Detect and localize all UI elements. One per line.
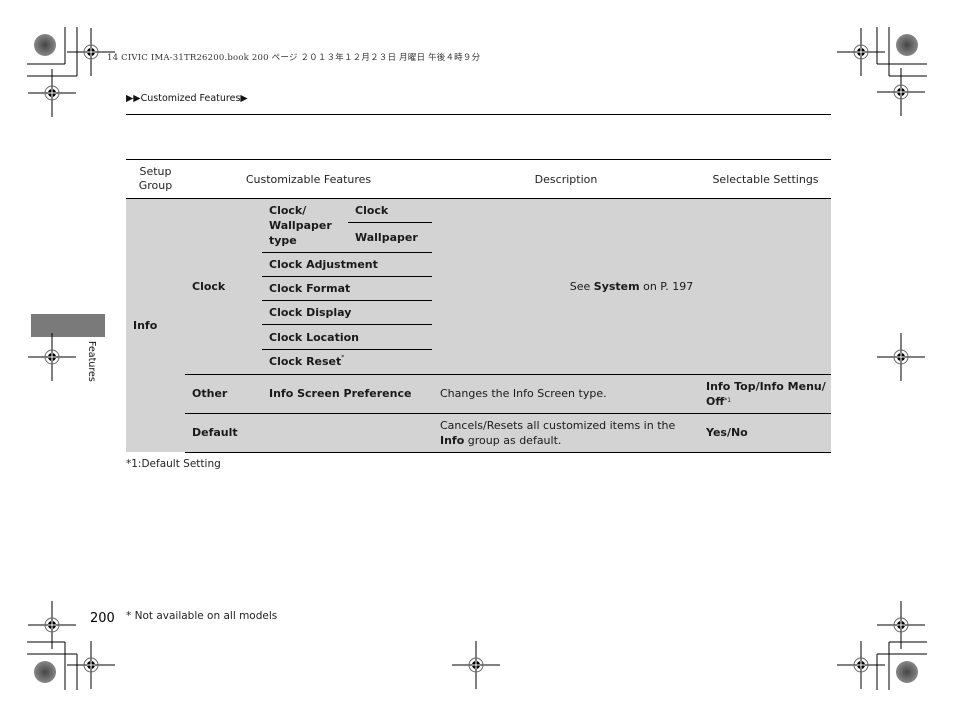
color-dot-top-right	[896, 34, 918, 56]
color-dot-bottom-right	[896, 661, 918, 683]
registration-mark	[27, 332, 77, 382]
color-dot-bottom-left	[34, 661, 56, 683]
printer-marks	[27, 27, 927, 690]
registration-mark	[836, 640, 886, 690]
registration-mark	[836, 27, 886, 77]
registration-mark	[66, 640, 116, 690]
registration-mark	[876, 67, 926, 117]
color-dot-top-left	[34, 34, 56, 56]
registration-mark	[451, 640, 501, 690]
registration-mark	[876, 332, 926, 382]
registration-mark	[66, 27, 116, 77]
